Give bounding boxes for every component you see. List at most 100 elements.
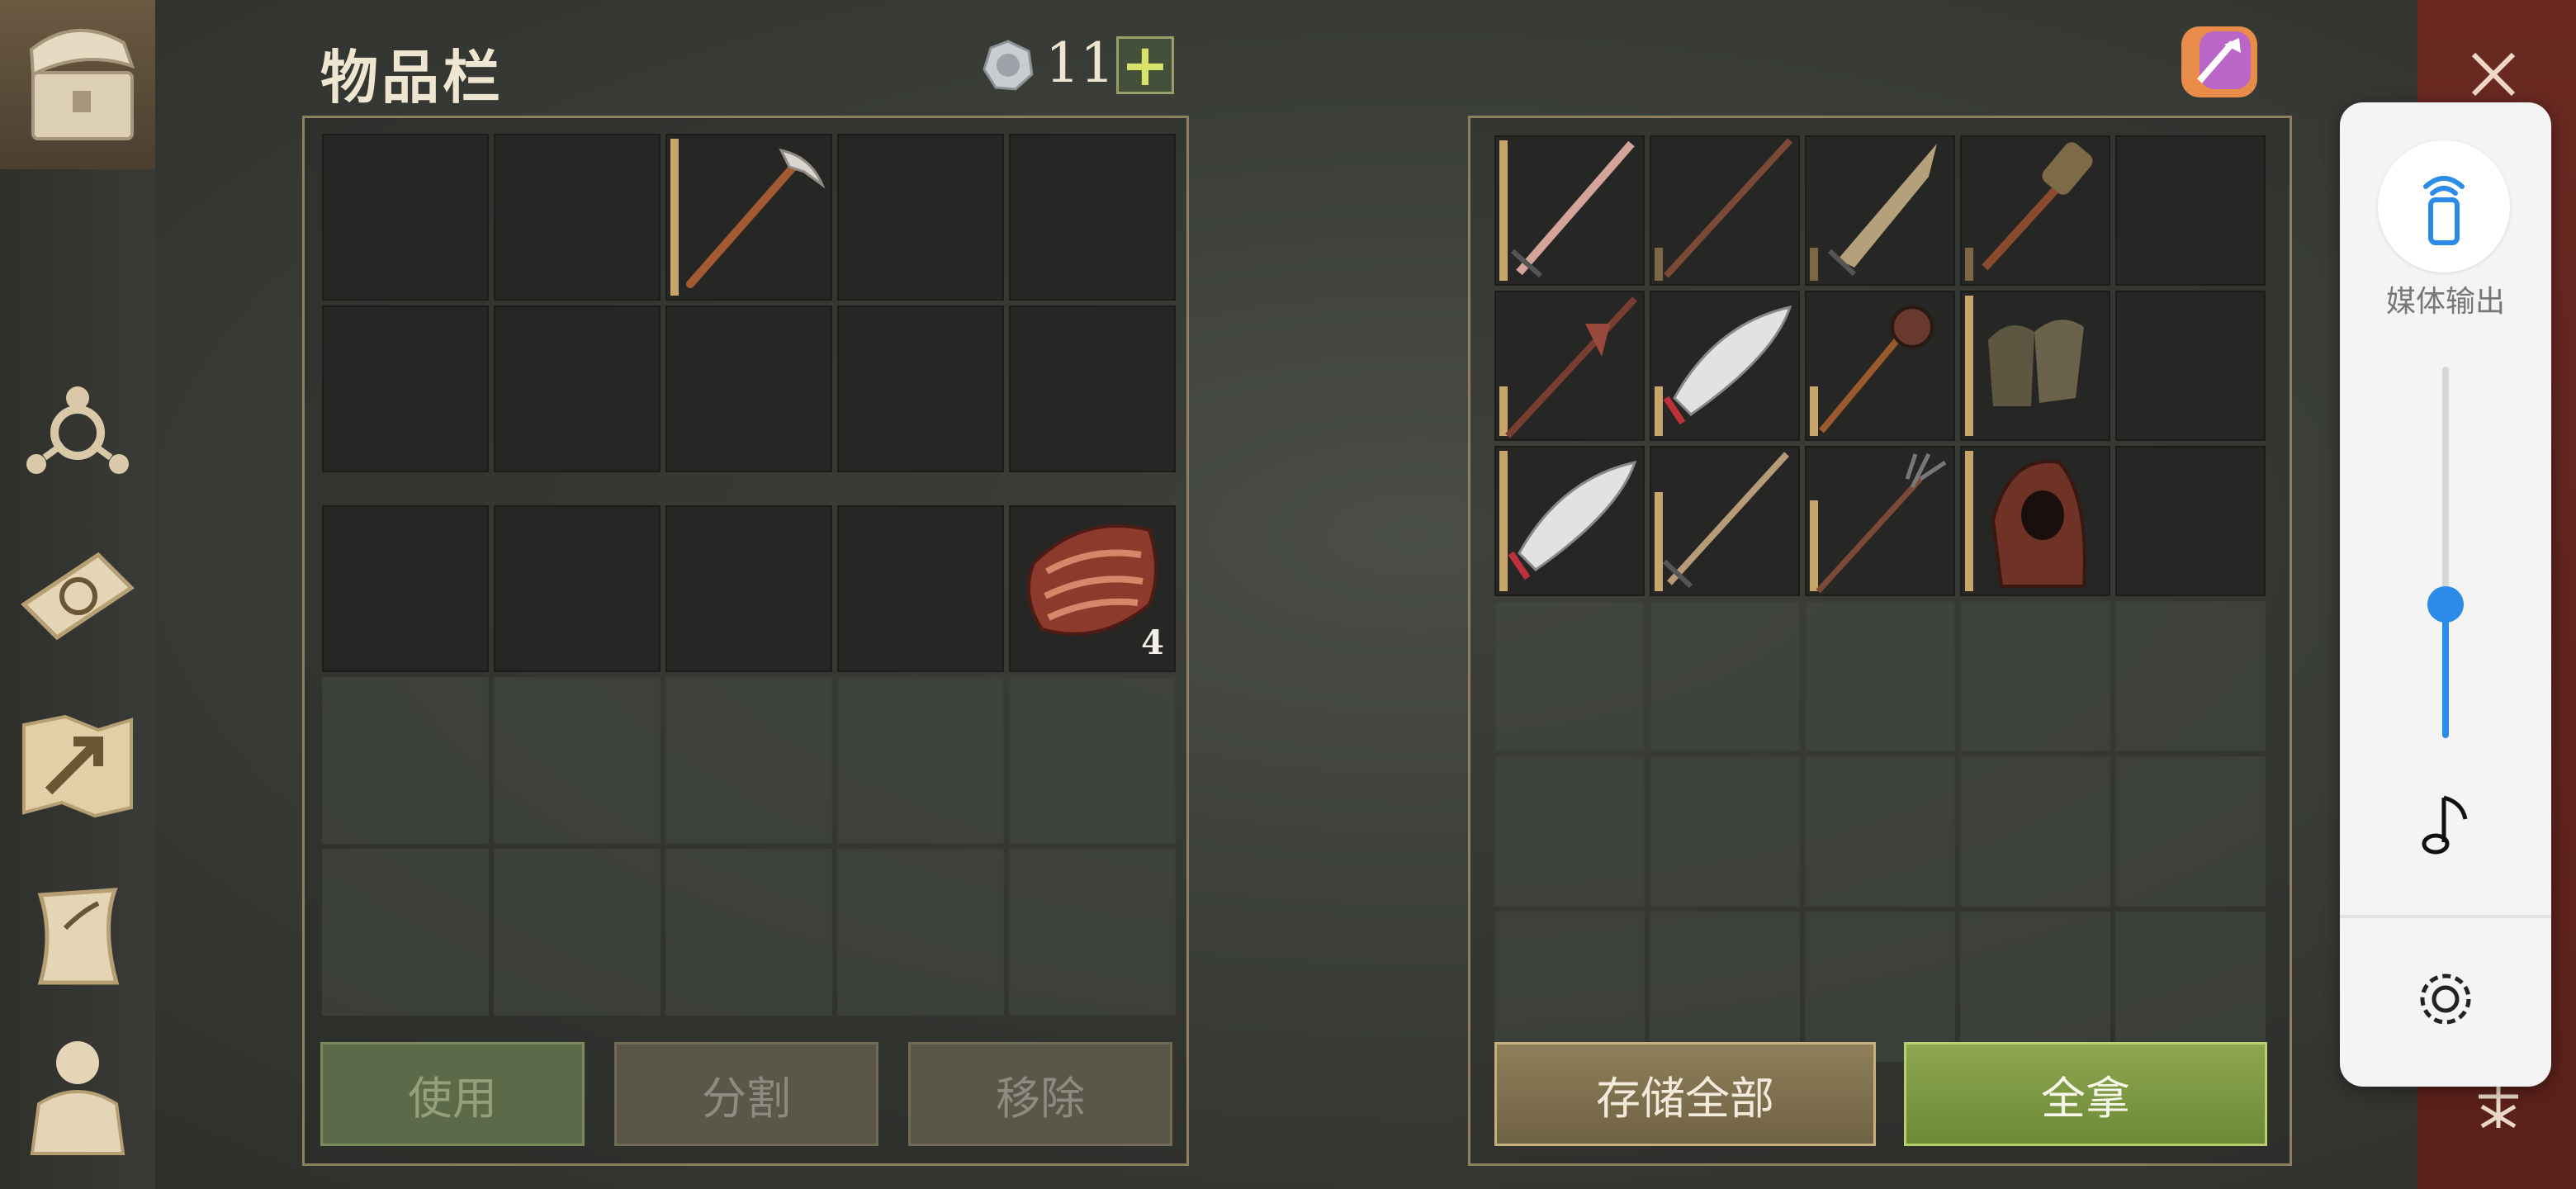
container-slot-gloves[interactable] bbox=[1960, 291, 2110, 441]
container-slot[interactable] bbox=[1960, 601, 2110, 751]
storage-slot[interactable] bbox=[322, 505, 489, 672]
inventory-title: 物品栏 bbox=[320, 44, 504, 111]
backpack-slot[interactable] bbox=[837, 134, 1004, 301]
container-slot[interactable] bbox=[1494, 756, 1645, 907]
pickaxe-icon bbox=[686, 148, 826, 288]
add-coins-button[interactable]: + bbox=[1116, 36, 1174, 94]
container-slot[interactable] bbox=[1805, 912, 1955, 1062]
storage-slot[interactable] bbox=[665, 849, 832, 1016]
backpack-slot[interactable] bbox=[837, 306, 1004, 472]
storage-slot[interactable] bbox=[322, 849, 489, 1016]
backpack-slot-pickaxe[interactable] bbox=[665, 134, 832, 301]
hood-icon bbox=[1991, 459, 2086, 588]
remove-button[interactable]: 移除 bbox=[908, 1042, 1172, 1146]
storage-slot[interactable] bbox=[665, 677, 832, 844]
container-slot-torch[interactable] bbox=[1960, 135, 2110, 286]
backpack-slot[interactable] bbox=[494, 134, 661, 301]
container-slot-pitchfork[interactable] bbox=[1805, 446, 1955, 596]
music-note-icon bbox=[2419, 793, 2472, 859]
backpack-slot[interactable] bbox=[665, 306, 832, 472]
inventory-tab[interactable] bbox=[0, 0, 155, 169]
container-slot[interactable] bbox=[2115, 912, 2266, 1062]
container-slot-sword[interactable] bbox=[1494, 135, 1645, 286]
container-slot[interactable] bbox=[1494, 912, 1645, 1062]
backpack-slot[interactable] bbox=[494, 306, 661, 472]
container-slot[interactable] bbox=[1650, 601, 1800, 751]
backpack-slot[interactable] bbox=[1009, 306, 1176, 472]
media-divider bbox=[2340, 915, 2551, 918]
storage-slot[interactable] bbox=[322, 677, 489, 844]
storage-slot[interactable] bbox=[494, 505, 661, 672]
storage-grid: 4 bbox=[322, 505, 1176, 1016]
sun-book-icon bbox=[21, 552, 135, 641]
backpack-slot[interactable] bbox=[322, 306, 489, 472]
backpack-slot[interactable] bbox=[1009, 134, 1176, 301]
container-slot[interactable] bbox=[2115, 135, 2266, 286]
container-slot[interactable] bbox=[1960, 912, 2110, 1062]
scimitar-icon bbox=[1508, 460, 1637, 580]
character-icon bbox=[30, 1041, 125, 1155]
clear-storage-icon[interactable] bbox=[2175, 15, 2266, 106]
quests-button[interactable] bbox=[12, 870, 144, 1002]
item-count: 4 bbox=[1141, 623, 1164, 662]
container-slot[interactable] bbox=[1805, 601, 1955, 751]
storage-slot[interactable] bbox=[837, 677, 1004, 844]
skills-button[interactable] bbox=[12, 357, 144, 489]
journal-button[interactable] bbox=[12, 530, 144, 662]
container-slot-spear[interactable] bbox=[1650, 135, 1800, 286]
container-slot[interactable] bbox=[2115, 756, 2266, 907]
container-slot[interactable] bbox=[1650, 756, 1800, 907]
saber-icon bbox=[1827, 144, 1937, 277]
scimitar-icon bbox=[1663, 305, 1792, 425]
bottom-right-icon[interactable] bbox=[2474, 1082, 2523, 1131]
container-slot[interactable] bbox=[1960, 756, 2110, 907]
container-slot[interactable] bbox=[2115, 291, 2266, 441]
halberd-icon bbox=[1505, 296, 1637, 438]
volume-track[interactable] bbox=[2427, 367, 2464, 738]
coin-icon bbox=[983, 40, 1034, 91]
volume-fill bbox=[2442, 604, 2449, 738]
container-slot-scimitar-2[interactable] bbox=[1494, 446, 1645, 596]
pitchfork-icon bbox=[1816, 452, 1947, 594]
container-slot[interactable] bbox=[2115, 601, 2266, 751]
close-icon[interactable] bbox=[2469, 50, 2518, 99]
storage-slot[interactable] bbox=[1009, 677, 1176, 844]
storage-slot[interactable] bbox=[494, 849, 661, 1016]
gear-icon[interactable] bbox=[2414, 968, 2477, 1030]
sword-icon bbox=[1662, 452, 1789, 589]
container-slot[interactable] bbox=[1650, 912, 1800, 1062]
storage-slot[interactable] bbox=[1009, 849, 1176, 1016]
split-button[interactable]: 分割 bbox=[614, 1042, 878, 1146]
container-slot-saber[interactable] bbox=[1805, 135, 1955, 286]
container-slot-halberd[interactable] bbox=[1494, 291, 1645, 441]
take-all-button[interactable]: 全拿 bbox=[1904, 1042, 2267, 1146]
store-all-button[interactable]: 存储全部 bbox=[1494, 1042, 1876, 1146]
container-slot-hood[interactable] bbox=[1960, 446, 2110, 596]
media-output-button[interactable] bbox=[2378, 140, 2510, 272]
storage-slot-meat[interactable]: 4 bbox=[1009, 505, 1176, 672]
map-icon bbox=[22, 714, 133, 818]
container-slot-sword-2[interactable] bbox=[1650, 446, 1800, 596]
container-slot[interactable] bbox=[1494, 601, 1645, 751]
torch-icon bbox=[1982, 142, 2093, 271]
character-button[interactable] bbox=[12, 1034, 144, 1166]
map-button[interactable] bbox=[12, 700, 144, 832]
container-slot-scimitar[interactable] bbox=[1650, 291, 1800, 441]
backpack-slot[interactable] bbox=[322, 134, 489, 301]
chest-icon bbox=[29, 28, 135, 140]
container-slot-mace[interactable] bbox=[1805, 291, 1955, 441]
sword-icon bbox=[1511, 140, 1635, 278]
gloves-icon bbox=[1988, 320, 2084, 406]
skills-icon bbox=[26, 386, 129, 474]
backpack-grid bbox=[322, 134, 1176, 472]
container-slot[interactable] bbox=[1805, 756, 1955, 907]
storage-slot[interactable] bbox=[494, 677, 661, 844]
media-output-label: 媒体输出 bbox=[2385, 285, 2505, 319]
storage-slot[interactable] bbox=[837, 849, 1004, 1016]
storage-slot[interactable] bbox=[665, 505, 832, 672]
storage-slot[interactable] bbox=[837, 505, 1004, 672]
container-slot[interactable] bbox=[2115, 446, 2266, 596]
use-button[interactable]: 使用 bbox=[320, 1042, 585, 1146]
volume-thumb[interactable] bbox=[2427, 586, 2464, 623]
scroll-icon bbox=[37, 888, 120, 985]
